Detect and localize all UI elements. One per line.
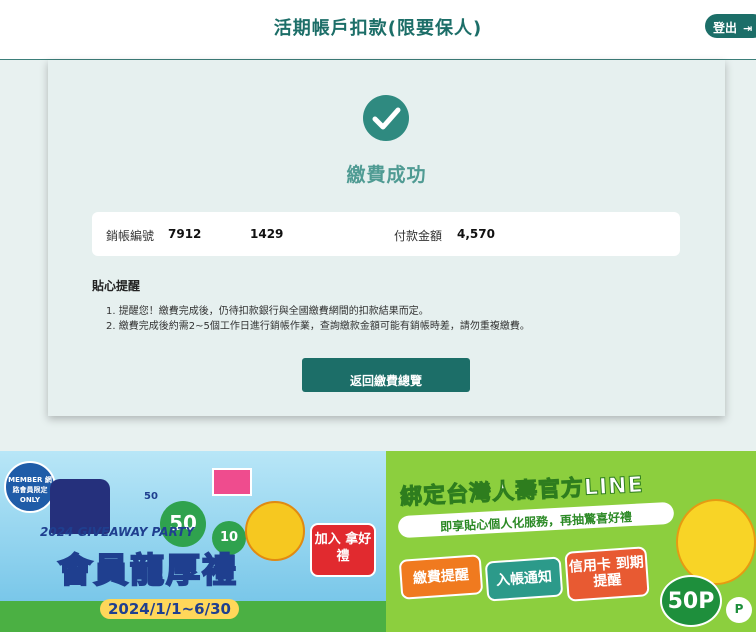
points-badge-50p: 50P xyxy=(660,575,722,627)
amount-value: 4,570 xyxy=(457,227,495,241)
amount-label: 付款金額 xyxy=(394,229,443,243)
tips-title: 貼心提醒 xyxy=(92,279,141,293)
back-to-overview-button[interactable]: 返回繳費總覽 xyxy=(302,358,470,392)
top-bar: 活期帳戶扣款(限要保人) 登出 ⇥ xyxy=(0,0,756,60)
payment-reminder-tag: 繳費提醒 xyxy=(398,554,484,600)
member-badge: MEMBER 網路會員限定 ONLY xyxy=(4,461,56,513)
member-gift-banner[interactable]: MEMBER 網路會員限定 ONLY 50 50 10 2024 GIVEAWA… xyxy=(0,451,386,632)
card-expiry-tag: 信用卡 到期提醒 xyxy=(564,546,650,602)
account-number-part2: 1429 xyxy=(250,227,284,241)
points-bubble: P xyxy=(726,597,752,623)
logout-button[interactable]: 登出 ⇥ xyxy=(705,14,756,38)
check-circle-icon xyxy=(363,95,409,141)
banner-headline: 會員龍厚禮 xyxy=(57,550,238,592)
gift-box-icon xyxy=(212,468,252,496)
giveaway-party-label: 2024 GIVEAWAY PARTY xyxy=(40,525,195,539)
join-button[interactable]: 加入 拿好禮 xyxy=(310,523,376,577)
tip-item: 1. 提醒您！繳費完成後，仍待扣款銀行與全國繳費網間的扣款結果而定。 xyxy=(106,306,429,317)
dragon-mascot-icon xyxy=(245,501,305,561)
payment-info-panel: 銷帳編號 7912 1429 付款金額 4,570 xyxy=(92,212,680,256)
tips-list: 1. 提醒您！繳費完成後，仍待扣款銀行與全國繳費網間的扣款結果而定。 2. 繳費… xyxy=(106,304,530,334)
page-title: 活期帳戶扣款(限要保人) xyxy=(273,18,483,39)
account-label: 銷帳編號 xyxy=(106,229,155,243)
payment-result-card: 繳費成功 銷帳編號 7912 1429 付款金額 4,570 貼心提醒 1. 提… xyxy=(48,60,725,416)
tip-item: 2. 繳費完成後約需2~5個工作日進行銷帳作業，查詢繳款金額可能有銷帳時差，請勿… xyxy=(106,321,530,332)
exit-icon: ⇥ xyxy=(743,22,753,35)
points-coin-50: 50 xyxy=(160,501,206,547)
deposit-notice-tag: 入帳通知 xyxy=(484,556,564,602)
success-message: 繳費成功 xyxy=(346,164,427,186)
line-binding-banner[interactable]: 綁定台灣人壽官方LINE 即享貼心個人化服務，再抽驚喜好禮 繳費提醒 入帳通知 … xyxy=(386,451,756,632)
account-number-part1: 7912 xyxy=(168,227,202,241)
dragon-mascot-icon xyxy=(676,499,756,585)
coin-label: 50 xyxy=(144,491,158,502)
logout-label: 登出 xyxy=(713,21,738,35)
promo-dates: 2024/1/1~6/30 xyxy=(100,599,239,619)
